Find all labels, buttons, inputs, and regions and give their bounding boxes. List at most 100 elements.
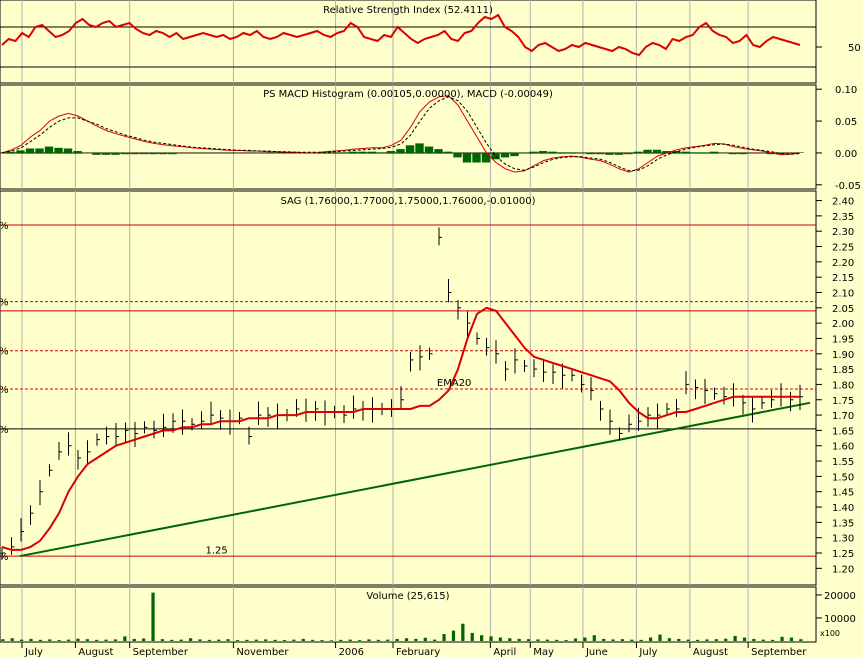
macd-histogram-bar — [434, 149, 443, 153]
macd-histogram-bar — [377, 152, 386, 153]
macd-histogram-bar — [367, 151, 377, 153]
price-tick-label: 1.95 — [832, 334, 854, 345]
volume-bar — [329, 640, 334, 641]
volume-bar — [29, 638, 33, 641]
volume-bar — [188, 638, 193, 641]
macd-histogram-bar — [567, 152, 576, 153]
macd-histogram-bar — [263, 152, 272, 154]
macd-histogram-bar — [500, 152, 510, 158]
volume-bar — [292, 639, 296, 641]
volume-bar — [742, 637, 747, 641]
price-annotation: 1.25 — [205, 546, 227, 557]
macd-histogram-bar — [92, 152, 101, 155]
volume-bar — [442, 634, 446, 641]
volume-bar — [508, 638, 512, 641]
x-tick-label: November — [236, 647, 289, 657]
macd-histogram-bar — [35, 148, 44, 153]
macd-histogram-bar — [158, 152, 168, 155]
volume-bar — [226, 639, 230, 641]
macd-histogram-bar — [73, 151, 82, 153]
volume-bar — [376, 639, 380, 641]
volume-unit-label: x100 — [820, 629, 840, 638]
macd-histogram-bar — [586, 152, 595, 155]
macd-histogram-bar — [624, 152, 633, 155]
macd-histogram-bar — [481, 152, 491, 163]
macd-histogram-bar — [643, 149, 652, 153]
macd-tick-label: 0.05 — [835, 117, 857, 128]
volume-bar — [132, 638, 136, 641]
price-tick-label: 2.25 — [832, 243, 854, 254]
macd-histogram-bar — [63, 148, 73, 153]
volume-bar — [639, 639, 643, 641]
volume-bar — [667, 638, 672, 641]
volume-bar — [761, 639, 765, 641]
price-title: SAG (1.76000,1.77000,1.75000,1.76000,-0.… — [280, 196, 535, 207]
macd-histogram-bar — [415, 143, 424, 153]
volume-bar — [517, 638, 521, 641]
macd-histogram-bar — [149, 152, 158, 155]
macd-histogram-bar — [633, 151, 643, 153]
volume-bar — [480, 635, 484, 641]
volume-bar — [142, 638, 146, 641]
x-tick-label: September — [751, 647, 807, 657]
macd-histogram-bar — [757, 152, 766, 154]
volume-bar — [311, 639, 315, 641]
price-panel — [0, 190, 817, 586]
macd-histogram-bar — [472, 152, 481, 163]
percent-mark: % — [0, 552, 9, 563]
macd-histogram-bar — [168, 152, 177, 155]
macd-histogram-bar — [462, 152, 472, 163]
macd-histogram-bar — [25, 148, 35, 153]
volume-bar — [123, 636, 127, 641]
x-tick-label: June — [585, 647, 608, 657]
macd-histogram-bar — [54, 147, 63, 153]
volume-bar — [151, 592, 155, 641]
volume-bar — [217, 639, 221, 641]
macd-histogram-bar — [386, 151, 396, 153]
macd-histogram-bar — [576, 152, 586, 154]
macd-histogram-bar — [747, 152, 757, 154]
price-tick-label: 2.10 — [832, 288, 854, 299]
volume-bar — [658, 634, 662, 641]
price-tick-label: 1.60 — [832, 442, 854, 453]
volume-bar — [66, 639, 71, 641]
volume-bar — [733, 635, 737, 641]
volume-bar — [498, 637, 503, 641]
macd-histogram-bar — [111, 152, 120, 155]
volume-bar — [470, 632, 474, 641]
volume-bar — [423, 637, 427, 641]
volume-bar — [245, 639, 249, 641]
macd-histogram-bar — [130, 152, 139, 155]
macd-histogram-bar — [548, 151, 557, 153]
macd-histogram-bar — [614, 152, 624, 155]
volume-bar — [339, 639, 343, 641]
rsi-title: Relative Strength Index (52.4111) — [323, 5, 493, 16]
macd-histogram-bar — [700, 152, 709, 153]
percent-mark: % — [0, 385, 9, 396]
volume-bar — [170, 639, 174, 641]
macd-histogram-bar — [139, 152, 149, 155]
volume-title: Volume (25,615) — [366, 591, 449, 602]
volume-bar — [592, 635, 596, 641]
macd-histogram-bar — [206, 152, 215, 154]
macd-histogram-bar — [719, 152, 728, 154]
x-tick-label: 2006 — [339, 647, 364, 657]
volume-bar — [254, 639, 258, 641]
macd-histogram-bar — [605, 152, 614, 155]
price-tick-label: 1.50 — [832, 472, 854, 483]
volume-bar — [630, 639, 634, 641]
macd-histogram-bar — [101, 152, 111, 155]
volume-bar — [536, 639, 540, 641]
volume-bar — [714, 639, 718, 641]
macd-tick-label: -0.05 — [835, 181, 861, 192]
volume-bar — [724, 638, 728, 641]
percent-mark: % — [0, 298, 9, 309]
price-tick-label: 1.30 — [832, 534, 854, 545]
volume-bar — [404, 638, 409, 641]
macd-histogram-bar — [339, 152, 348, 153]
volume-bar — [461, 623, 465, 641]
rsi-tick-label: 50 — [848, 43, 861, 54]
volume-bar — [545, 639, 549, 641]
macd-histogram-bar — [709, 151, 719, 153]
volume-bar — [414, 638, 418, 641]
